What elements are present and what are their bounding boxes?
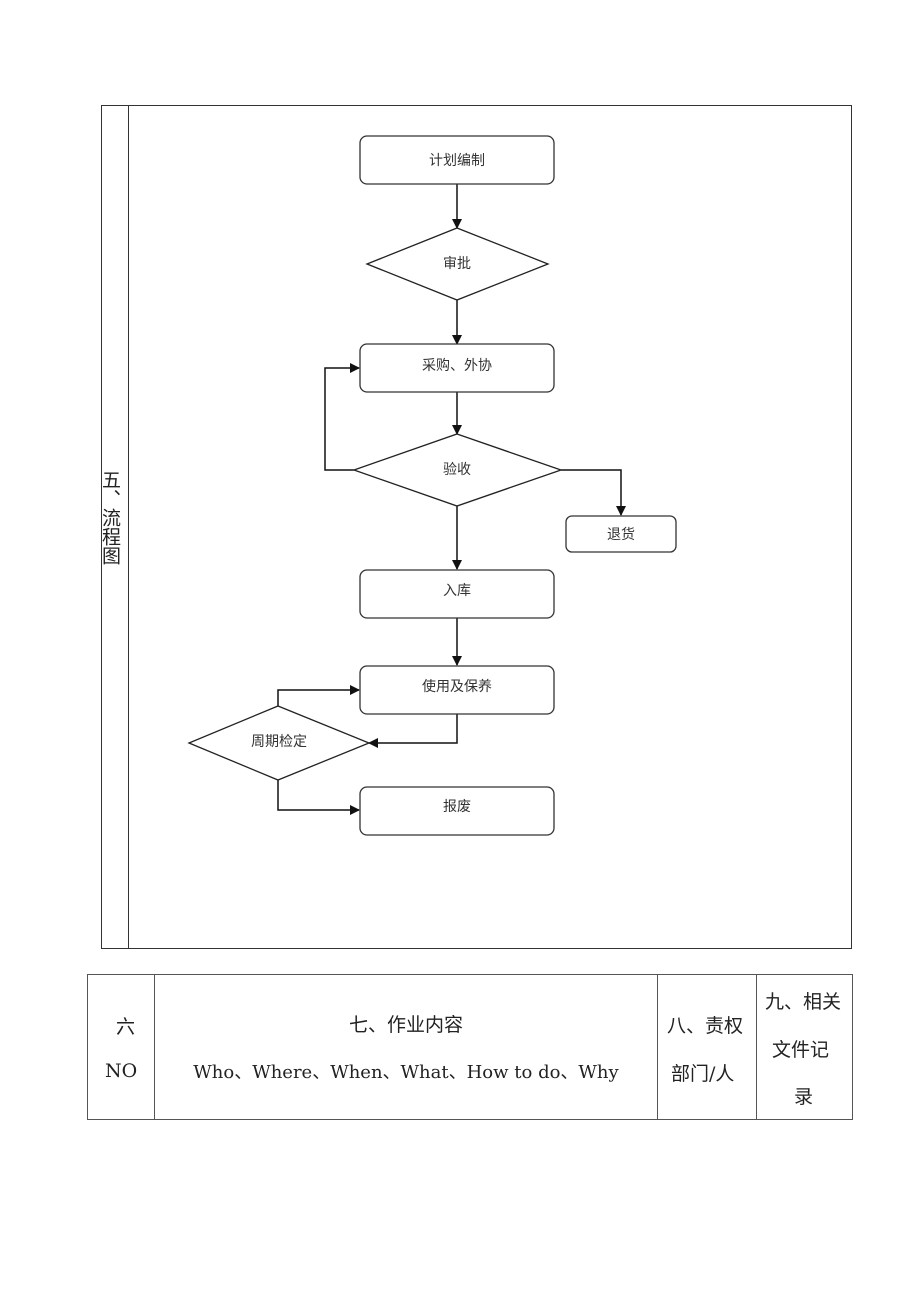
header-work-content-line1: 七、作业内容	[348, 1014, 463, 1036]
arrow-use-to-calibrate	[368, 714, 458, 748]
node-use-label: 使用及保养	[422, 678, 492, 695]
header-cell-no: 六 NO	[87, 974, 155, 1120]
header-no-line2: NO	[105, 1060, 138, 1082]
node-return-label: 退货	[607, 526, 635, 543]
node-inspect-label: 验收	[443, 462, 471, 478]
node-plan: 计划编制	[359, 135, 555, 185]
node-approve: 审批	[365, 227, 550, 301]
node-scrap-label: 报废	[443, 799, 471, 815]
node-plan-label: 计划编制	[429, 153, 485, 169]
node-calibrate: 周期检定	[187, 705, 371, 781]
header-related-docs-line2: 文件记	[772, 1039, 830, 1061]
header-related-docs-line3: 录	[794, 1086, 814, 1108]
node-use: 使用及保养	[359, 665, 555, 715]
node-store: 入库	[359, 569, 555, 619]
header-no-line1: 六	[116, 1016, 136, 1038]
header-cell-related-docs: 九、相关 文件记 录	[756, 974, 853, 1120]
node-return: 退货	[565, 515, 677, 553]
header-responsibility-line1: 八、责权	[667, 1015, 744, 1037]
node-inspect: 验收	[352, 433, 563, 507]
node-scrap: 报废	[359, 786, 555, 836]
header-responsibility-line2: 部门/人	[671, 1063, 735, 1085]
arrow-inspect-loop-to-purchase	[324, 363, 360, 471]
arrow-calibrate-to-use	[277, 685, 360, 706]
arrow-calibrate-to-scrap	[277, 780, 360, 815]
header-work-content-line2: Who、Where、When、What、How to do、Why	[193, 1062, 619, 1083]
node-store-label: 入库	[443, 583, 471, 599]
node-purchase: 采购、外协	[359, 343, 555, 393]
header-cell-work-content: 七、作业内容 Who、Where、When、What、How to do、Why	[154, 974, 658, 1120]
arrow-inspect-to-return	[561, 469, 626, 516]
node-calibrate-label: 周期检定	[251, 734, 307, 750]
node-approve-label: 审批	[443, 256, 471, 272]
header-related-docs-line1: 九、相关	[765, 991, 842, 1013]
node-purchase-label: 采购、外协	[422, 358, 492, 374]
header-cell-responsibility: 八、责权 部门/人	[657, 974, 757, 1120]
